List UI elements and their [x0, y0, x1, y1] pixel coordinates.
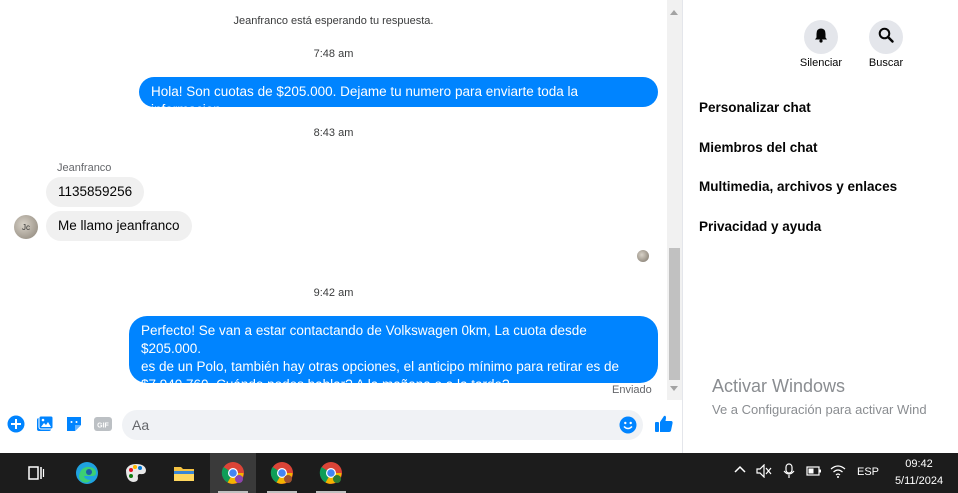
message-line: Perfecto! Se van a estar contactando de …	[141, 323, 587, 356]
battery-icon[interactable]	[806, 465, 822, 480]
sender-name: Jeanfranco	[57, 162, 112, 174]
search-icon	[878, 27, 894, 48]
bell-icon	[813, 27, 829, 48]
message-input[interactable]	[122, 410, 643, 440]
emoji-icon[interactable]	[619, 416, 637, 434]
outgoing-message[interactable]: Perfecto! Se van a estar contactando de …	[129, 316, 658, 392]
menu-media-files-links[interactable]: Multimedia, archivos y enlaces	[699, 179, 897, 194]
svg-text:GIF: GIF	[97, 423, 109, 430]
taskbar: ESP 09:42 5/11/2024	[0, 453, 958, 493]
volume-muted-icon[interactable]	[756, 463, 772, 481]
menu-chat-members[interactable]: Miembros del chat	[699, 140, 818, 155]
like-icon[interactable]	[654, 414, 674, 434]
start-edge-icon[interactable]	[0, 453, 10, 493]
avatar[interactable]: Jc	[14, 215, 38, 239]
message-list: Jeanfranco está esperando tu respuesta. …	[0, 0, 667, 400]
chrome-window-1[interactable]	[210, 453, 256, 493]
sticker-icon[interactable]	[65, 415, 83, 433]
scrollbar[interactable]	[667, 0, 682, 400]
activation-watermark-subtitle: Ve a Configuración para activar Wind	[712, 402, 927, 417]
chat-info-panel: Silenciar Buscar Personalizar chat Miemb…	[684, 0, 958, 453]
chevron-up-icon[interactable]	[734, 464, 746, 479]
message-line: $7.940.760. Cuándo podes hablar? A la ma…	[141, 377, 510, 392]
search-button[interactable]	[869, 20, 903, 54]
paint-app-icon[interactable]	[113, 453, 159, 493]
clock-time[interactable]: 09:42	[890, 458, 948, 470]
mute-button[interactable]	[804, 20, 838, 54]
seen-avatar	[637, 250, 649, 262]
message-line: es de un Polo, también hay otras opcione…	[141, 359, 620, 374]
outgoing-message[interactable]: Hola! Son cuotas de $205.000. Dejame tu …	[139, 77, 658, 117]
menu-privacy-help[interactable]: Privacidad y ayuda	[699, 219, 821, 234]
menu-customize-chat[interactable]: Personalizar chat	[699, 100, 811, 115]
chat-pane: Jeanfranco está esperando tu respuesta. …	[0, 0, 683, 453]
search-label: Buscar	[868, 57, 904, 69]
chrome-window-2[interactable]	[259, 453, 305, 493]
photo-icon[interactable]	[36, 415, 54, 433]
file-explorer-icon[interactable]	[161, 453, 207, 493]
mute-label: Silenciar	[799, 57, 843, 69]
timestamp: 9:42 am	[313, 287, 354, 299]
scroll-up-arrow[interactable]	[670, 10, 678, 15]
chrome-window-3[interactable]	[308, 453, 354, 493]
activation-watermark-title: Activar Windows	[712, 376, 846, 396]
task-view-icon[interactable]	[13, 453, 59, 493]
edge-browser-icon[interactable]	[64, 453, 110, 493]
incoming-message[interactable]: Me llamo jeanfranco	[46, 211, 192, 241]
timestamp: 7:48 am	[313, 48, 354, 60]
timestamp: 8:43 am	[313, 127, 354, 139]
scroll-thumb[interactable]	[669, 248, 680, 380]
plus-icon[interactable]	[7, 415, 25, 433]
clock-date[interactable]: 5/11/2024	[888, 475, 950, 487]
waiting-notice: Jeanfranco está esperando tu respuesta.	[233, 15, 434, 27]
gif-icon[interactable]: GIF	[94, 415, 112, 433]
wifi-icon[interactable]	[830, 464, 846, 481]
incoming-message[interactable]: 1135859256	[46, 177, 145, 207]
delivery-status: Enviado	[612, 384, 652, 396]
scroll-down-arrow[interactable]	[670, 386, 678, 391]
language-indicator[interactable]: ESP	[857, 466, 879, 478]
composer-bar: GIF	[0, 400, 683, 453]
microphone-icon[interactable]	[782, 463, 796, 482]
